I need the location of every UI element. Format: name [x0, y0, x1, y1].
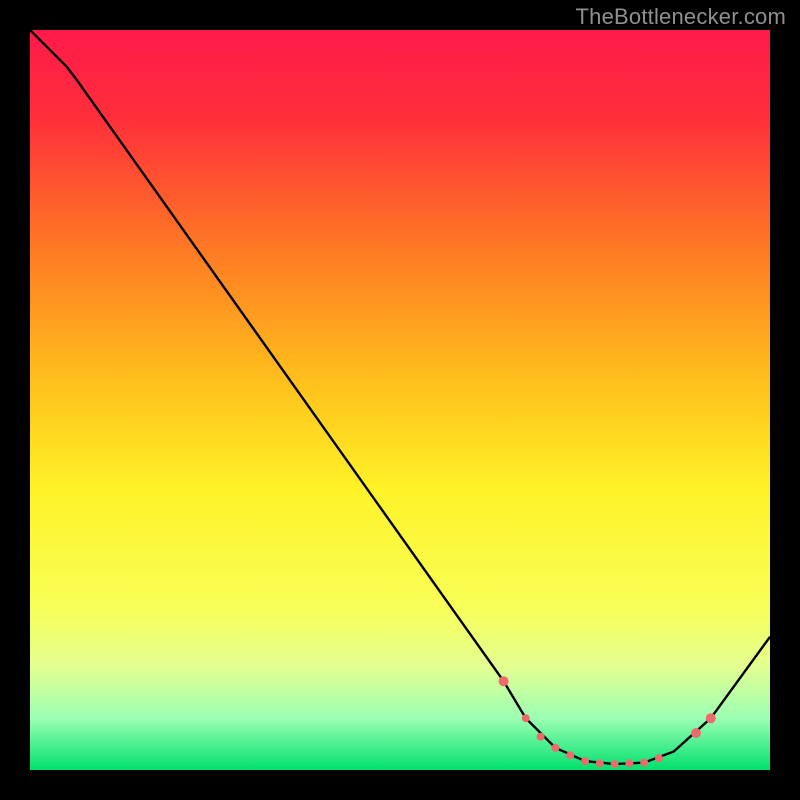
- bottleneck-chart: [30, 30, 770, 770]
- attribution-label: TheBottlenecker.com: [576, 4, 786, 30]
- curve-marker: [611, 760, 619, 768]
- curve-marker: [566, 751, 574, 759]
- curve-marker: [691, 728, 701, 738]
- curve-marker: [640, 759, 648, 767]
- curve-marker: [537, 733, 545, 741]
- curve-marker: [655, 754, 663, 762]
- gradient-background: [30, 30, 770, 770]
- chart-frame: TheBottlenecker.com: [0, 0, 800, 800]
- curve-marker: [551, 744, 559, 752]
- curve-marker: [706, 713, 716, 723]
- curve-marker: [625, 759, 633, 767]
- curve-marker: [499, 676, 509, 686]
- curve-marker: [581, 757, 589, 765]
- plot-area: [30, 30, 770, 770]
- curve-marker: [596, 759, 604, 767]
- curve-marker: [522, 714, 530, 722]
